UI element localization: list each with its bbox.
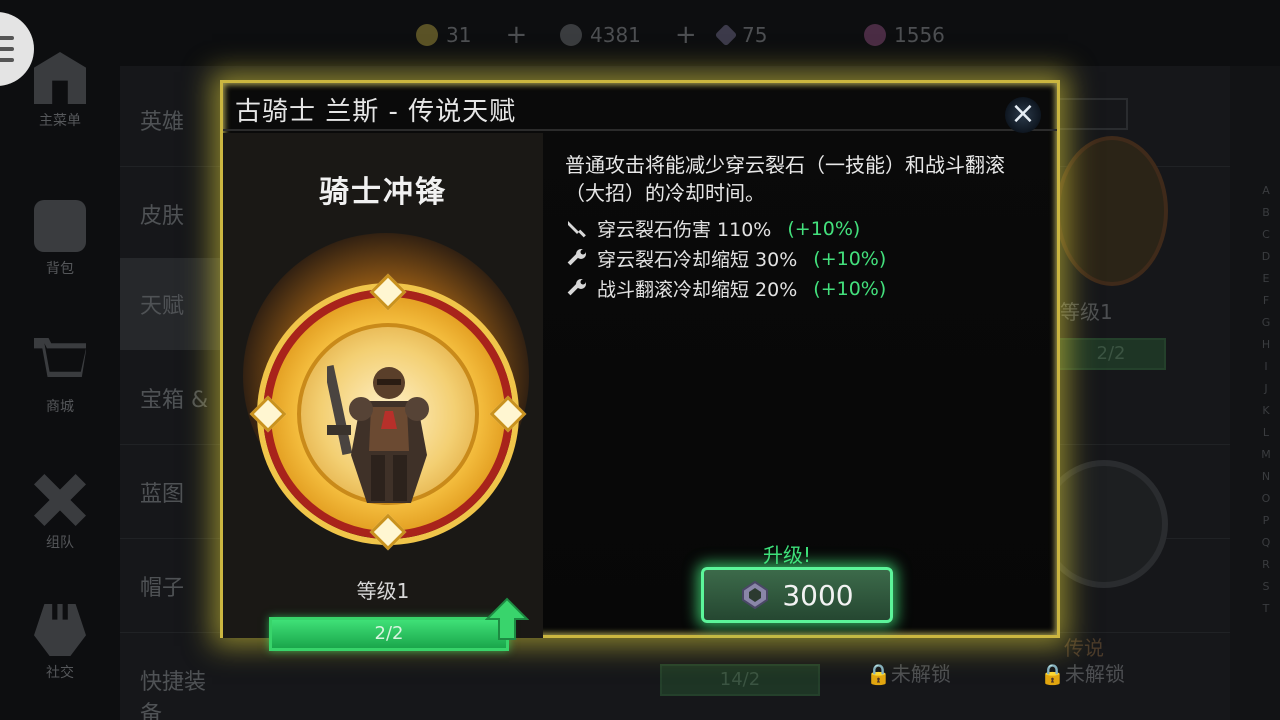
lock-icon: 🔒 (1040, 662, 1065, 686)
knight-portrait-icon (327, 364, 429, 503)
resource-coins: 31 + (416, 20, 527, 50)
lock-icon: 🔒 (866, 662, 891, 686)
backpack-icon (34, 200, 86, 252)
sidebar-item-team[interactable]: 组队 (20, 474, 100, 552)
stat-bonus: (+10%) (787, 217, 861, 240)
talent-card-medal[interactable] (1056, 136, 1168, 286)
stat-bonus: (+10%) (813, 277, 887, 300)
stat-label: 战斗翻滚冷却缩短 20% (597, 279, 798, 301)
orb-icon (864, 24, 886, 46)
category-label: 英雄 (140, 110, 185, 135)
resource-value: 1556 (894, 23, 945, 47)
talent-card-level: 等级1 (1060, 300, 1113, 324)
category-heroes[interactable]: 英雄 (120, 74, 220, 166)
coin-icon (416, 24, 438, 46)
category-label: 天赋 (140, 294, 185, 319)
sidebar-item-label: 商城 (46, 399, 74, 415)
add-coins-button[interactable]: + (505, 20, 527, 50)
main-sidebar: 主菜单 背包 商城 组队 社交 (0, 0, 120, 720)
dialog-title: 古骑士 兰斯 - 传说天赋 (235, 97, 517, 127)
category-hats[interactable]: 帽子 (120, 540, 220, 632)
lock-status-2: 🔒未解锁 (1040, 658, 1125, 687)
stat-label: 穿云裂石冷却缩短 30% (597, 249, 798, 271)
category-quick-equip[interactable]: 快捷装备 (120, 634, 220, 720)
category-label: 蓝图 (140, 482, 185, 507)
category-blueprints[interactable]: 蓝图 (120, 446, 220, 538)
sidebar-item-store[interactable]: 商城 (20, 338, 100, 416)
level-up-arrow-icon (485, 597, 529, 640)
category-skins[interactable]: 皮肤 (120, 168, 220, 260)
lock-label: 未解锁 (1064, 662, 1125, 686)
lock-label: 未解锁 (890, 662, 951, 686)
sidebar-item-main-menu[interactable]: 主菜单 (20, 52, 100, 130)
wrench-icon (567, 278, 586, 295)
team-icon (34, 474, 86, 526)
upgrade-label: 升级! (763, 543, 812, 567)
resource-value: 4381 (590, 23, 641, 47)
cart-icon (34, 338, 86, 377)
category-label: 帽子 (140, 576, 185, 601)
close-icon: × (1010, 96, 1036, 131)
skill-description: 普通攻击将能减少穿云裂石（一技能）和战斗翻滚（大招）的冷却时间。 (565, 153, 1005, 205)
close-button[interactable]: × (1005, 97, 1041, 133)
stat-row: 穿云裂石冷却缩短 30% (+10%) (565, 245, 886, 272)
skill-progress-bar: 2/2 (269, 617, 509, 651)
skill-preview-pane: 骑士冲锋 等级1 2/2 (223, 133, 543, 651)
wrench-icon (567, 248, 586, 265)
lock-status-1: 🔒未解锁 (866, 658, 951, 687)
stat-bonus: (+10%) (813, 247, 887, 270)
resource-value: 31 (446, 23, 472, 47)
stat-label: 穿云裂石伤害 110% (597, 219, 772, 241)
sidebar-item-label: 组队 (46, 535, 74, 551)
sidebar-item-backpack[interactable]: 背包 (20, 200, 100, 278)
category-talents[interactable]: 天赋 (120, 258, 220, 350)
upgrade-button[interactable]: 3000 (701, 567, 893, 623)
gem-icon (714, 23, 738, 47)
skill-name: 骑士冲锋 (319, 175, 447, 210)
category-label: 皮肤 (140, 204, 185, 229)
social-icon (34, 604, 86, 656)
category-chests[interactable]: 宝箱 & (120, 352, 220, 444)
sword-icon (568, 220, 586, 237)
talent-card-progress: 2/2 (1056, 338, 1166, 370)
gear-token-icon (560, 24, 582, 46)
legend-label: 传说 (1064, 636, 1104, 660)
category-label: 快捷装备 (140, 670, 207, 720)
sidebar-item-label: 主菜单 (39, 113, 81, 129)
talent-detail-dialog: 古骑士 兰斯 - 传说天赋 × 骑士冲锋 等级1 2/2 普通攻击将能减少穿云裂… (220, 80, 1060, 651)
sidebar-item-social[interactable]: 社交 (20, 604, 100, 682)
add-tokens-button[interactable]: + (675, 20, 697, 50)
upgrade-cost: 3000 (782, 578, 854, 612)
bottom-progress: 14/2 (660, 664, 820, 696)
category-label: 宝箱 & (140, 388, 209, 413)
castle-icon (34, 52, 86, 104)
sidebar-item-label: 社交 (46, 665, 74, 681)
sidebar-item-label: 背包 (46, 261, 74, 277)
stat-row: 穿云裂石伤害 110% (+10%) (565, 215, 860, 242)
resource-gems: 75 (714, 22, 768, 48)
top-resource-bar: 31 + 4381 + 75 1556 (0, 0, 1280, 66)
resource-tokens: 4381 + (560, 20, 697, 50)
alphabet-index[interactable]: ABCDEFGHIJKLMNOPQRST (1256, 180, 1276, 620)
gear-token-icon (742, 580, 769, 610)
resource-value: 75 (742, 23, 768, 47)
stat-row: 战斗翻滚冷却缩短 20% (+10%) (565, 275, 886, 302)
dialog-header: 古骑士 兰斯 - 传说天赋 × (223, 83, 1057, 133)
progress-label: 2/2 (374, 623, 404, 644)
resource-orbs: 1556 (864, 22, 945, 48)
